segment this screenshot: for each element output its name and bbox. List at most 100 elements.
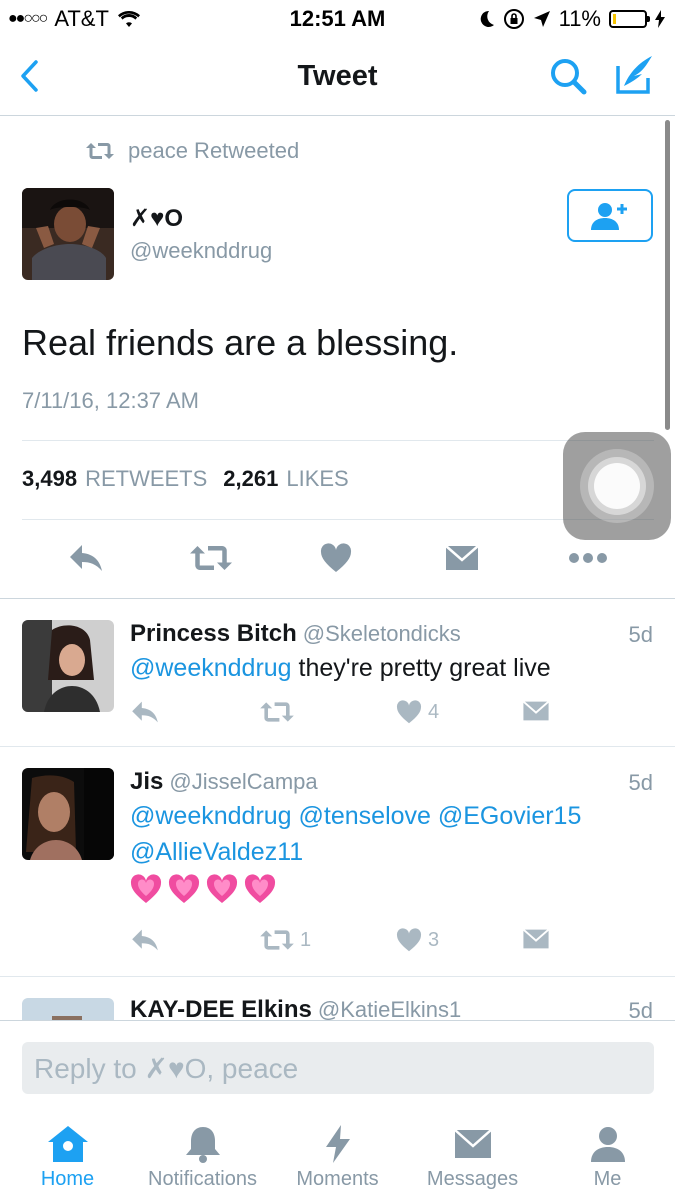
reply-age: 5d [628,998,653,1020]
divider [0,746,675,747]
like-button[interactable] [320,540,352,576]
reply-author[interactable]: KAY-DEE Elkins @KatieElkins1 [130,996,461,1020]
retweets-label[interactable]: RETWEETS [85,466,207,492]
battery-icon [609,10,650,28]
reply-button[interactable] [130,928,160,952]
reply-input[interactable]: Reply to ✗♥O, peace [22,1042,654,1094]
reply-text: @weeknddrug @tenselove @EGovier15 @Allie… [130,798,650,904]
avatar[interactable] [22,768,114,860]
heart-icon [396,700,422,724]
reply-author[interactable]: Princess Bitch @Skeletondicks [130,620,461,648]
tweet-text: Real friends are a blessing. [22,322,459,363]
tab-home[interactable]: Home [0,1124,135,1191]
battery-fill [613,14,617,24]
avatar-photo [22,998,114,1020]
charging-bolt-icon [655,10,665,28]
mention-links[interactable]: @AllieValdez11 [130,834,650,870]
tab-label: Home [40,1168,95,1190]
direct-message-button[interactable] [522,928,550,950]
reply-age: 5d [628,622,653,647]
retweet-icon [190,546,232,570]
reply-text: @weeknddrug they're pretty great live [130,650,650,686]
reply-icon [132,701,158,723]
mention-links[interactable]: @weeknddrug @tenselove @EGovier15 [130,798,650,834]
like-count: 3 [428,928,440,951]
more-options-button[interactable] [568,540,608,576]
tab-moments[interactable]: Moments [270,1124,405,1191]
bell-icon [185,1127,220,1163]
reply-button[interactable] [130,700,160,724]
scrollbar[interactable] [665,120,670,430]
reply-icon [70,545,102,571]
compose-tweet-button[interactable] [612,52,658,98]
likes-label[interactable]: LIKES [286,466,348,492]
sparkling-heart-emoji [206,874,238,903]
reply-author-name[interactable]: Jis [130,768,163,795]
avatar-photo [22,620,114,712]
follow-button[interactable] [567,189,653,242]
divider [22,519,654,520]
moon-icon [480,10,494,27]
direct-message-button[interactable] [522,700,550,722]
retweet-icon [260,930,294,950]
reply-tweet[interactable]: Jis @JisselCampa 5d @weeknddrug @tenselov… [0,748,675,976]
avatar[interactable] [22,998,114,1020]
author-avatar[interactable] [22,188,114,280]
like-count: 4 [428,700,440,723]
more-dots-icon [569,553,607,563]
retweets-count[interactable]: 3,498 [22,466,77,492]
retweet-button[interactable] [260,700,300,724]
reply-author-name[interactable]: Princess Bitch [130,620,297,647]
assistive-touch-button[interactable] [563,432,671,540]
heart-icon [320,543,352,572]
heart-icon [396,928,422,952]
reply-author-handle[interactable]: @KatieElkins1 [318,997,461,1020]
person-icon [590,1127,625,1162]
add-user-icon [591,202,627,230]
home-icon [47,1126,88,1162]
lightning-icon [325,1125,350,1163]
retweeted-context: peace Retweeted [86,138,299,164]
reply-actions: 1 3 [130,928,580,958]
direct-message-button[interactable] [445,540,479,576]
reply-author[interactable]: Jis @JisselCampa [130,768,318,796]
tab-label: Me [593,1168,622,1190]
search-icon [551,59,587,95]
search-button[interactable] [546,54,590,98]
reply-author-name[interactable]: KAY-DEE Elkins [130,996,312,1020]
divider [22,440,654,441]
reply-author-handle[interactable]: @Skeletondicks [303,621,461,646]
reply-button[interactable] [68,540,104,576]
mention-link[interactable]: @weeknddrug [130,654,292,682]
reply-age: 5d [628,770,653,795]
tab-notifications[interactable]: Notifications [135,1124,270,1191]
location-arrow-icon [533,11,550,27]
like-button[interactable]: 3 [396,928,439,952]
reply-author-handle[interactable]: @JisselCampa [169,769,317,794]
avatar-photo [22,188,114,280]
reply-emoji [130,874,650,904]
avatar[interactable] [22,620,114,712]
tab-label: Moments [296,1168,379,1190]
envelope-icon [522,700,550,721]
tab-bar: Home Notifications Moments Messages Me [0,1118,675,1200]
envelope-icon [522,928,550,949]
reply-body: they're pretty great live [291,654,551,682]
status-right: 11% [477,6,665,32]
retweet-icon [86,143,114,159]
envelope-icon [445,545,479,570]
tab-messages[interactable]: Messages [405,1124,540,1191]
assistive-touch-ring [594,463,640,509]
like-button[interactable]: 4 [396,700,439,724]
likes-count[interactable]: 2,261 [223,466,278,492]
author-handle[interactable]: @weeknddrug [130,238,272,264]
avatar-photo [22,768,114,860]
retweet-button[interactable] [190,540,232,576]
retweet-button[interactable]: 1 [260,928,311,952]
tweet-actions [0,540,675,580]
author-name[interactable]: ✗♥O [130,204,183,233]
reply-tweet[interactable]: KAY-DEE Elkins @KatieElkins1 5d [0,978,675,1020]
reply-tweet[interactable]: Princess Bitch @Skeletondicks 5d @weekndd… [0,600,675,746]
tab-me[interactable]: Me [540,1124,675,1191]
compose-quill-icon [616,56,652,94]
